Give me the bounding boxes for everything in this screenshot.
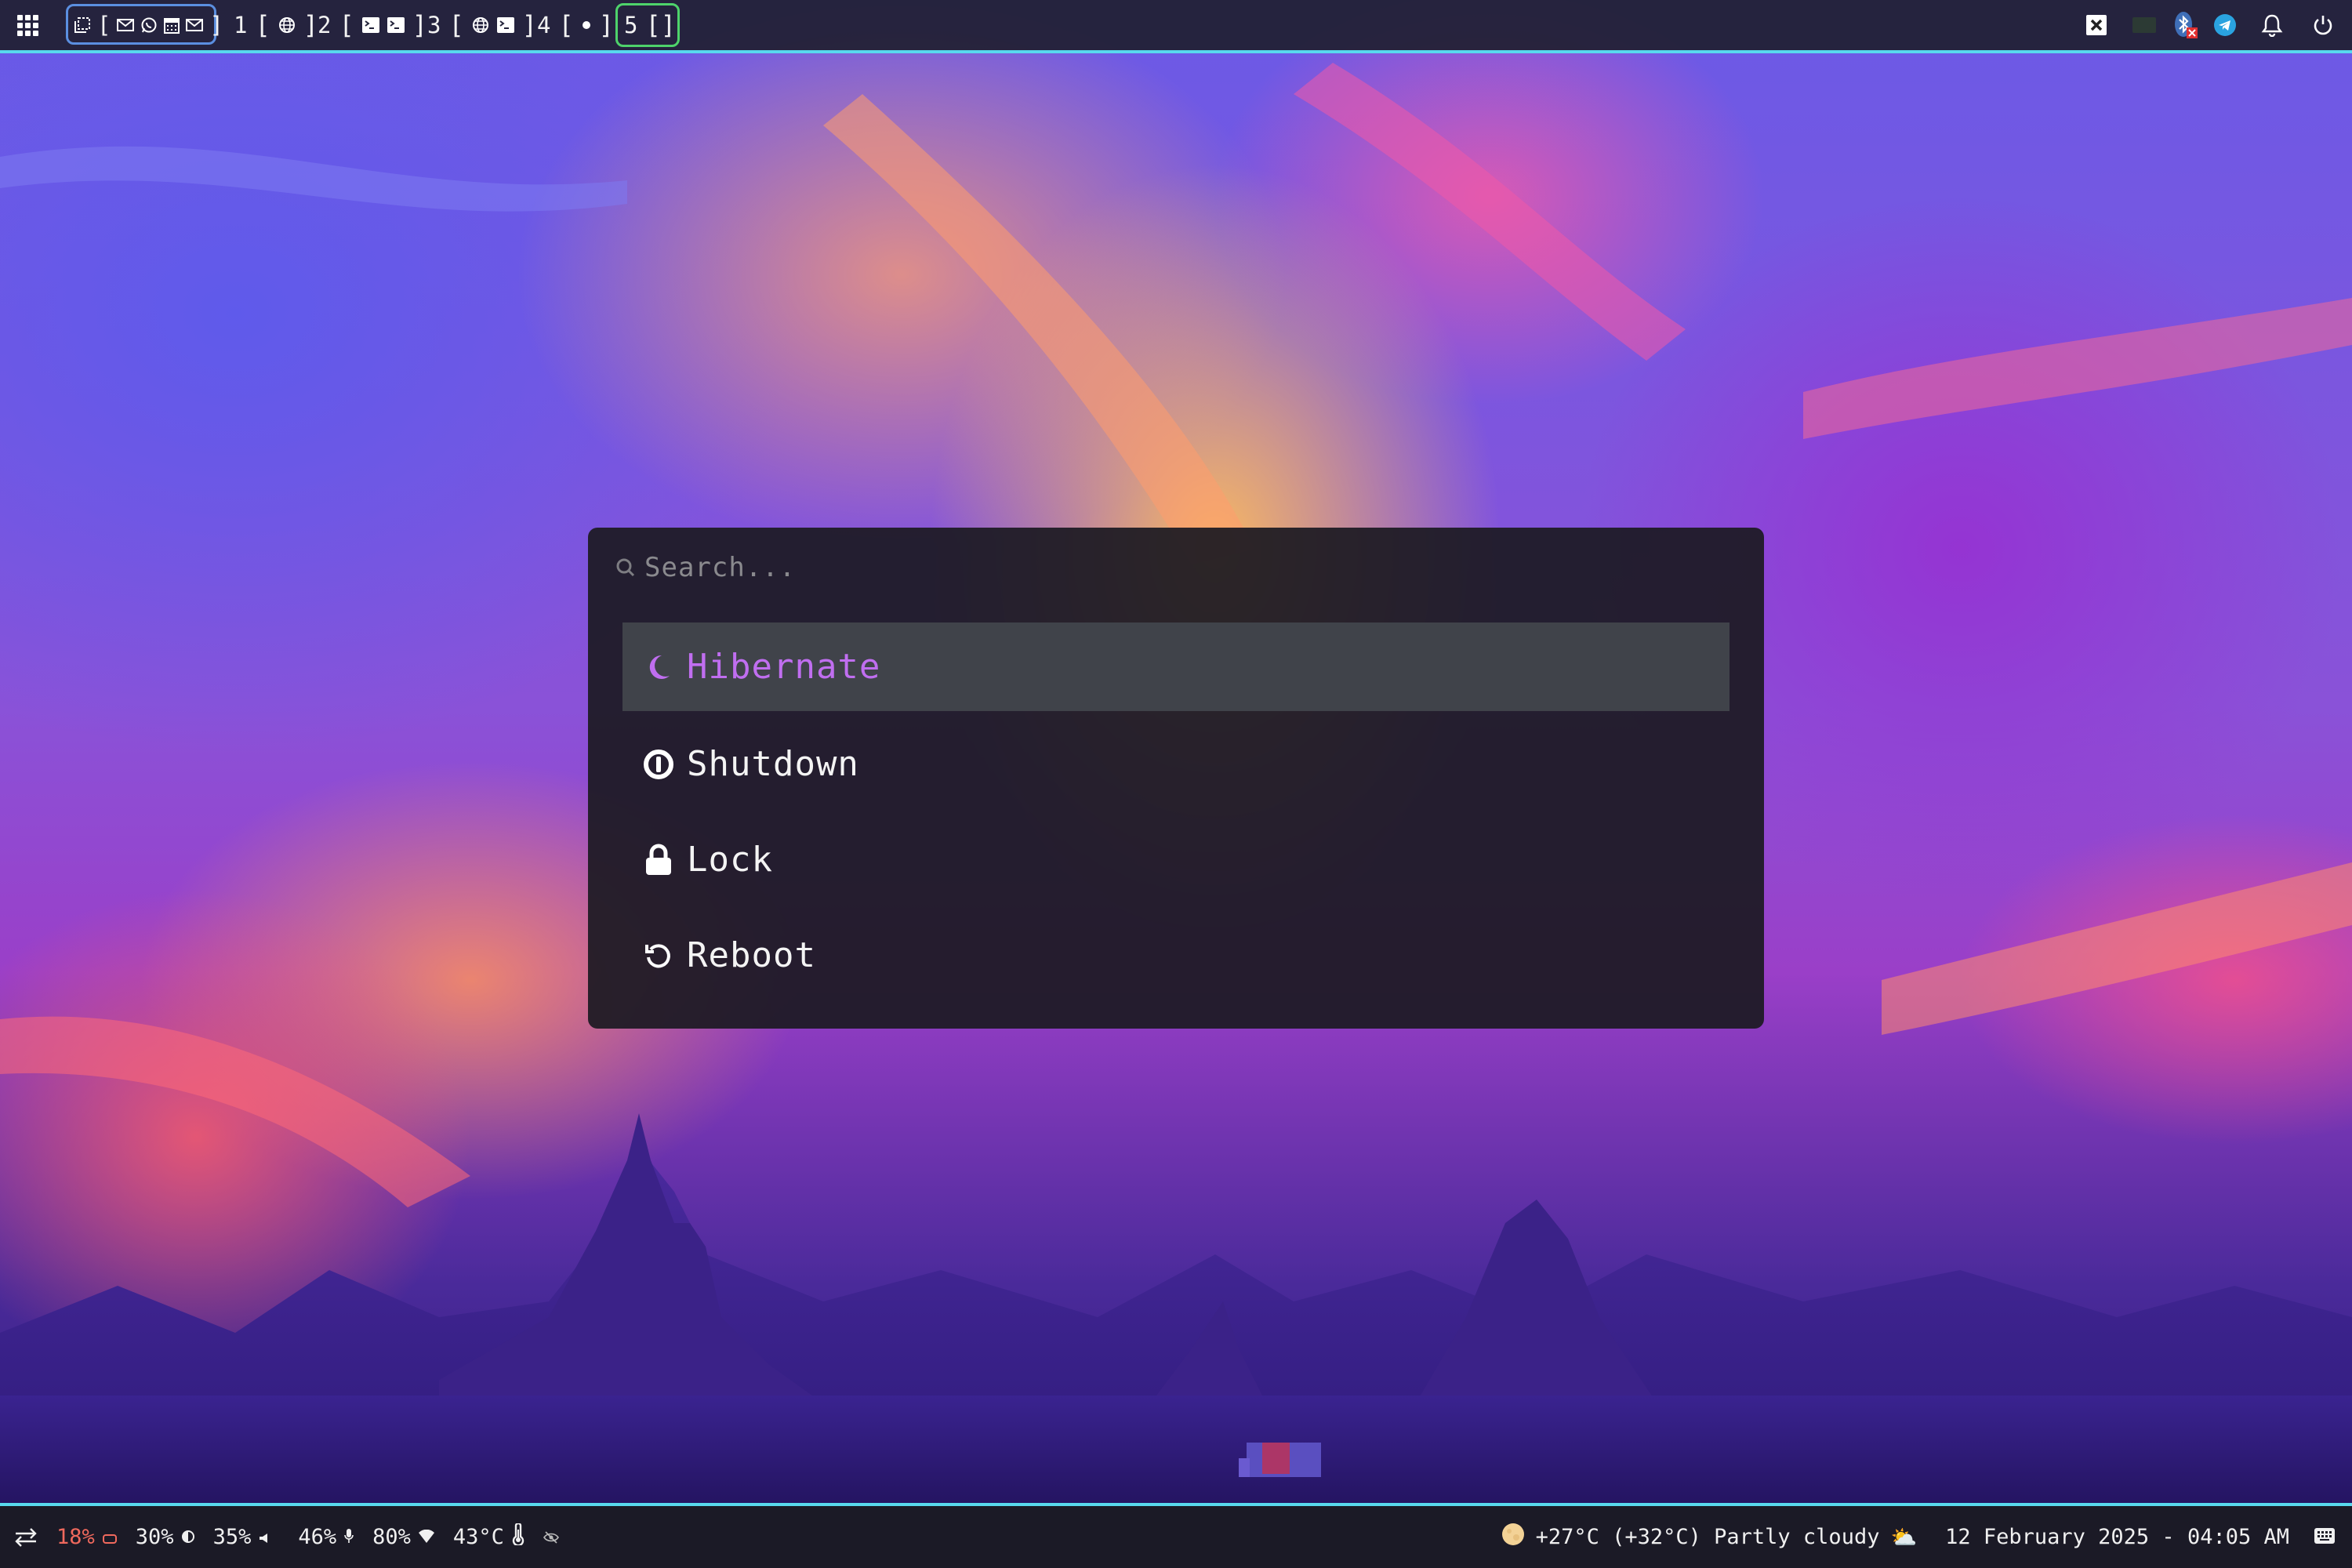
- notification-bell-icon[interactable]: [2258, 11, 2286, 39]
- keyboard-layout-icon[interactable]: [2130, 11, 2158, 39]
- temperature-status[interactable]: 43°C: [453, 1522, 524, 1551]
- top-bar: [ ] 1 [ ] 2 [ ] 3 [ ] 4 [ ] 5 []: [0, 0, 2352, 53]
- wallpaper-truck: [1239, 1443, 1321, 1477]
- keyboard-icon[interactable]: [2314, 1525, 2335, 1549]
- power-off-icon: [643, 749, 674, 780]
- search-row: [615, 548, 1664, 587]
- menu-item-reboot[interactable]: Reboot: [622, 911, 1730, 1000]
- menu-item-lock[interactable]: Lock: [622, 815, 1730, 904]
- globe-icon: [472, 16, 489, 34]
- whatsapp-icon[interactable]: [140, 16, 158, 34]
- workspace-3[interactable]: 3 [ ]: [427, 0, 537, 50]
- search-input[interactable]: [644, 552, 1664, 583]
- terminal-icon: [496, 17, 514, 33]
- menu-item-shutdown[interactable]: Shutdown: [622, 720, 1730, 808]
- scratchpad-contents: [ ]: [74, 0, 223, 50]
- terminal-icon: [361, 17, 379, 33]
- weather-text[interactable]: +27°C (+32°C) Partly cloudy: [1536, 1525, 1880, 1549]
- calendar-icon[interactable]: [164, 16, 180, 34]
- battery-status[interactable]: 18%: [56, 1525, 117, 1549]
- workspace-1[interactable]: 1 [ ]: [234, 0, 318, 50]
- search-icon: [615, 557, 637, 579]
- brightness-icon: [181, 1525, 194, 1549]
- speaker-icon: [259, 1525, 270, 1549]
- power-menu: Hibernate Shutdown Lock Reboot: [588, 528, 1764, 1029]
- moon-icon: [643, 652, 674, 683]
- system-status: 18% 30% 35% 46% 80% 43°C: [14, 1506, 567, 1568]
- telegram-icon[interactable]: [2211, 11, 2239, 39]
- brightness-status[interactable]: 30%: [136, 1525, 194, 1549]
- workspace-4[interactable]: 4 [ ]: [537, 0, 614, 50]
- workspace-5[interactable]: 5 []: [624, 0, 676, 50]
- battery-low-icon: [102, 1525, 117, 1549]
- apps-grid-icon: [17, 14, 38, 36]
- mail-icon[interactable]: [186, 19, 204, 31]
- clock-datetime[interactable]: 12 February 2025 - 04:05 AM: [1945, 1525, 2289, 1549]
- workspace-2[interactable]: 2 [ ]: [318, 0, 427, 50]
- partly-cloudy-icon: ⛅: [1890, 1525, 1918, 1550]
- microphone-status[interactable]: 46%: [298, 1525, 354, 1549]
- info-status: +27°C (+32°C) Partly cloudy ⛅ 12 Februar…: [1501, 1506, 2335, 1568]
- mail-icon[interactable]: [117, 19, 135, 31]
- lock-icon: [643, 844, 674, 876]
- menu-item-hibernate[interactable]: Hibernate: [622, 622, 1730, 711]
- wifi-icon: [418, 1525, 434, 1549]
- bluetooth-disconnected-icon[interactable]: [2172, 11, 2200, 39]
- reboot-icon: [643, 940, 674, 971]
- dot-icon: [582, 20, 591, 30]
- bottom-bar: 18% 30% 35% 46% 80% 43°C +27°C (+32°C) P…: [0, 1503, 2352, 1568]
- apps-launcher-button[interactable]: [17, 0, 39, 50]
- wifi-status[interactable]: 80%: [372, 1525, 434, 1549]
- terminal-icon: [387, 17, 405, 33]
- thermometer-icon: [512, 1522, 524, 1551]
- close-window-icon[interactable]: [2082, 11, 2111, 39]
- moon-full-icon: [1501, 1523, 1525, 1552]
- microphone-icon: [344, 1525, 354, 1549]
- globe-icon: [278, 16, 296, 34]
- swap-arrows-icon[interactable]: [14, 1527, 38, 1548]
- eye-off-icon[interactable]: [543, 1530, 559, 1544]
- scratchpad-icon: [74, 16, 91, 34]
- power-icon[interactable]: [2309, 11, 2337, 39]
- volume-status[interactable]: 35%: [213, 1525, 270, 1549]
